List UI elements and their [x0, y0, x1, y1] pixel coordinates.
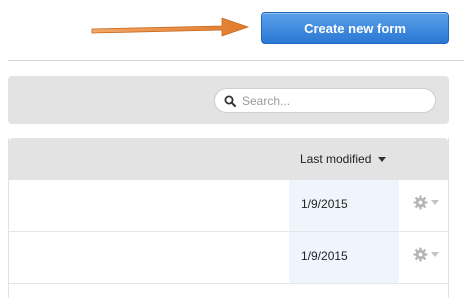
chevron-down-icon	[431, 200, 439, 205]
row-actions-menu[interactable]	[413, 195, 439, 210]
last-modified-cell: 1/9/2015	[289, 180, 399, 231]
toolbar	[8, 76, 449, 124]
search-icon	[224, 95, 236, 107]
table-row[interactable]: 1/9/2015	[9, 232, 448, 284]
last-modified-label: Last modified	[300, 152, 372, 166]
forms-table: Last modified 1/9/2015 1/9/2015	[8, 138, 449, 298]
header-divider	[8, 60, 464, 61]
chevron-down-icon	[431, 252, 439, 257]
last-modified-value: 1/9/2015	[301, 249, 348, 263]
gear-icon	[413, 247, 428, 262]
row-actions-menu[interactable]	[413, 247, 439, 262]
create-new-form-button[interactable]: Create new form	[261, 12, 449, 44]
last-modified-cell: 1/9/2015	[289, 232, 399, 283]
search-box[interactable]	[214, 88, 436, 113]
table-row[interactable]: 1/9/2015	[9, 180, 448, 232]
sort-caret-icon	[378, 156, 387, 162]
search-input[interactable]	[242, 93, 422, 108]
gear-icon	[413, 195, 428, 210]
last-modified-value: 1/9/2015	[301, 197, 348, 211]
table-header: Last modified	[9, 138, 448, 180]
sort-last-modified-header[interactable]: Last modified	[300, 152, 387, 166]
